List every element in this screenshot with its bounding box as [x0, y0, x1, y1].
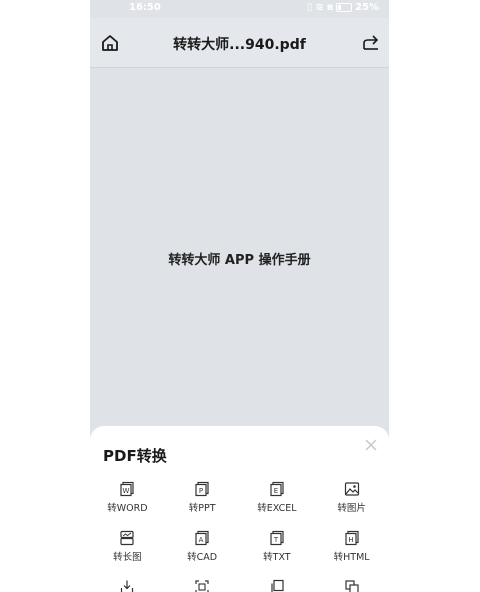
copy-icon [271, 579, 284, 592]
excel-file-icon: E [270, 481, 284, 497]
status-bar: 16:50 ▯ ≋ ʙ 25% [90, 0, 389, 17]
battery-icon [336, 3, 353, 12]
status-time: 16:50 [129, 2, 161, 13]
download-button[interactable] [90, 579, 165, 592]
top-app-bar: 转转大师...940.pdf [90, 18, 389, 68]
document-page-text: 转转大师 APP 操作手册 [168, 253, 311, 268]
html-file-icon: H [345, 530, 359, 546]
scan-icon [195, 580, 209, 592]
battery-percent: 25% [355, 2, 379, 13]
convert-long-image-button[interactable]: 转长图 [90, 530, 165, 563]
status-icons: ▯ ≋ ʙ 25% [307, 2, 379, 13]
wifi-icon: ≋ [315, 2, 324, 13]
merge-icon [345, 580, 359, 592]
txt-file-icon: T [270, 530, 284, 546]
convert-ppt-button[interactable]: P 转PPT [165, 481, 240, 514]
svg-text:E: E [274, 487, 278, 495]
copy-button[interactable] [240, 579, 315, 592]
convert-txt-button[interactable]: T 转TXT [240, 530, 315, 563]
convert-word-label: 转WORD [107, 503, 148, 514]
word-file-icon: W [120, 481, 134, 497]
convert-html-button[interactable]: H 转HTML [314, 530, 389, 563]
svg-text:H: H [348, 536, 353, 544]
image-icon [344, 482, 359, 496]
convert-txt-label: 转TXT [263, 552, 291, 563]
conversion-sheet: PDF转换 W 转WORD P 转PPT E 转EXCEL 转图片 转长图 A … [90, 426, 389, 592]
conversion-grid: W 转WORD P 转PPT E 转EXCEL 转图片 转长图 A 转CAD T… [90, 481, 389, 592]
svg-text:W: W [123, 487, 130, 495]
convert-excel-button[interactable]: E 转EXCEL [240, 481, 315, 514]
share-icon[interactable] [362, 33, 380, 51]
scan-button[interactable] [165, 579, 240, 592]
sheet-title: PDF转换 [103, 447, 167, 465]
convert-ppt-label: 转PPT [188, 503, 216, 514]
ppt-file-icon: P [195, 481, 209, 497]
long-image-icon [120, 530, 134, 546]
svg-text:P: P [199, 487, 203, 495]
phone-screen: 16:50 ▯ ≋ ʙ 25% 转转大师...940.pdf 转转大师 APP … [90, 0, 389, 592]
vibrate-icon: ▯ [306, 2, 313, 13]
convert-excel-label: 转EXCEL [257, 503, 297, 514]
bluetooth-icon: ʙ [326, 2, 334, 13]
download-icon [121, 580, 134, 592]
cad-file-icon: A [195, 530, 209, 546]
merge-button[interactable] [314, 579, 389, 592]
svg-text:A: A [199, 536, 204, 544]
close-icon[interactable] [364, 438, 378, 452]
convert-long-image-label: 转长图 [113, 552, 142, 563]
convert-image-button[interactable]: 转图片 [314, 481, 389, 514]
convert-cad-label: 转CAD [187, 552, 218, 563]
convert-html-label: 转HTML [333, 552, 370, 563]
svg-text:T: T [273, 536, 279, 544]
convert-cad-button[interactable]: A 转CAD [165, 530, 240, 563]
convert-word-button[interactable]: W 转WORD [90, 481, 165, 514]
convert-image-label: 转图片 [337, 503, 366, 514]
file-title: 转转大师...940.pdf [173, 37, 306, 53]
